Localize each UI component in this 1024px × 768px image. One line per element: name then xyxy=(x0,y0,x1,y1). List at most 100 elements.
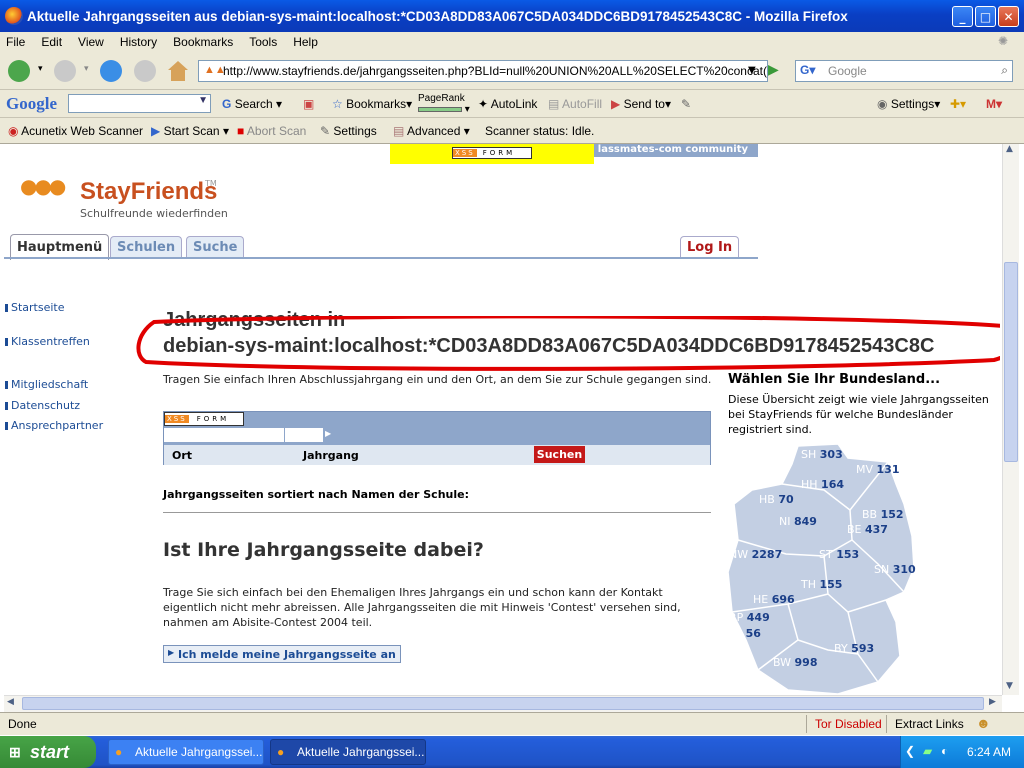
horizontal-scroll-thumb[interactable] xyxy=(22,697,984,710)
tab-suche[interactable]: Suche xyxy=(186,236,245,258)
gmail-icon[interactable]: M▾ xyxy=(986,97,1002,111)
tray-expand-icon[interactable]: ❮ xyxy=(905,744,915,758)
site-favicon-icon: ▲▲ xyxy=(204,64,226,76)
taskbar-item-1[interactable]: ● Aktuelle Jahrgangssei... xyxy=(108,739,264,765)
back-arrow-icon[interactable] xyxy=(8,60,30,82)
state-st[interactable]: ST 153 xyxy=(819,548,859,561)
highlight-pen-icon[interactable]: ✎ xyxy=(681,97,691,111)
xss-form-badge-small: XSS FORM xyxy=(164,412,244,426)
menu-tools[interactable]: Tools xyxy=(249,35,277,49)
back-dropdown-icon[interactable]: ▾ xyxy=(38,64,43,74)
extract-links[interactable]: Extract Links xyxy=(895,717,964,731)
url-dropdown-icon[interactable]: ▼ xyxy=(748,65,756,76)
extensions-icon[interactable]: ✚▾ xyxy=(950,97,966,111)
menu-bookmarks[interactable]: Bookmarks xyxy=(173,35,233,49)
news-icon[interactable]: ▣ xyxy=(303,97,314,111)
state-mv[interactable]: MV 131 xyxy=(856,463,899,476)
vertical-scroll-thumb[interactable] xyxy=(1004,262,1018,462)
sidebar-link-mitgliedschaft[interactable]: Mitgliedschaft xyxy=(4,378,88,391)
state-sl[interactable]: SL 56 xyxy=(729,627,761,640)
go-arrow-icon[interactable]: ▶ xyxy=(768,62,779,78)
sendto-button[interactable]: ▶ Send to▾ xyxy=(611,97,671,111)
google-engine-icon[interactable]: G▾ xyxy=(800,63,815,77)
section-heading: Ist Ihre Jahrgangsseite dabei? xyxy=(163,539,484,561)
bookmarks-button[interactable]: ☆ Bookmarks▾ xyxy=(332,97,412,111)
google-toolbar: Google ▼ G Search ▾ ▣ ☆ Bookmarks▾ PageR… xyxy=(0,90,1024,118)
state-ni[interactable]: NI 849 xyxy=(779,515,817,528)
firefox-task-icon: ● xyxy=(277,745,285,759)
jahrgang-input[interactable] xyxy=(285,428,323,442)
volume-icon[interactable]: ◐ xyxy=(941,744,948,758)
windows-flag-icon: ⊞ xyxy=(9,744,21,760)
sidebar-link-datenschutz[interactable]: Datenschutz xyxy=(4,399,80,412)
window-titlebar[interactable]: Aktuelle Jahrgangsseiten aus debian-sys-… xyxy=(0,0,1024,32)
url-input[interactable]: ▲▲ http://www.stayfriends.de/jahrgangsse… xyxy=(198,60,768,82)
intro-text: Tragen Sie einfach Ihren Abschlussjahrga… xyxy=(163,373,712,386)
bundesland-text: Diese Übersicht zeigt wie viele Jahrgang… xyxy=(728,393,989,436)
menu-view[interactable]: View xyxy=(78,35,104,49)
horizontal-scrollbar[interactable]: ◀ ▶ xyxy=(4,695,1002,712)
scroll-left-icon[interactable]: ◀ xyxy=(7,697,14,707)
ort-input[interactable] xyxy=(164,428,284,442)
ort-label: Ort xyxy=(172,449,193,462)
start-scan-button[interactable]: ▶ Start Scan ▾ xyxy=(151,124,229,138)
menu-help[interactable]: Help xyxy=(293,35,318,49)
register-page-button[interactable]: ▶ Ich melde meine Jahrgangsseite an xyxy=(163,645,401,663)
sidebar-link-startseite[interactable]: Startseite xyxy=(5,301,65,314)
scroll-right-icon[interactable]: ▶ xyxy=(989,697,996,707)
clock: 6:24 AM xyxy=(967,745,1012,759)
menu-edit[interactable]: Edit xyxy=(41,35,62,49)
state-bw[interactable]: BW 998 xyxy=(773,656,818,669)
state-sh[interactable]: SH 303 xyxy=(801,448,843,461)
autofill-button[interactable]: ▤ AutoFill xyxy=(548,97,602,111)
menu-file[interactable]: File xyxy=(6,35,25,49)
sidebar-link-klassentreffen[interactable]: Klassentreffen xyxy=(5,335,90,348)
google-search-input[interactable]: ▼ xyxy=(68,94,211,113)
reload-icon[interactable] xyxy=(100,60,122,82)
start-button[interactable]: ⊞ start xyxy=(0,736,96,768)
sidebar-link-ansprechpartner[interactable]: Ansprechpartner xyxy=(4,419,103,432)
state-sn[interactable]: SN 310 xyxy=(874,563,916,576)
forward-arrow-icon[interactable] xyxy=(54,60,76,82)
stayfriends-logo[interactable]: ●●● xyxy=(20,174,66,198)
network-icon[interactable]: ▰ xyxy=(923,744,932,758)
state-hb[interactable]: HB 70 xyxy=(759,493,794,506)
tab-schulen[interactable]: Schulen xyxy=(110,236,183,258)
search-input[interactable]: G▾ Google ⌕ xyxy=(795,60,1013,82)
acunetix-settings-button[interactable]: ✎ Settings xyxy=(320,124,377,138)
state-th[interactable]: TH 155 xyxy=(801,578,842,591)
settings-button[interactable]: ◉ Settings▾ xyxy=(877,97,940,111)
stop-icon[interactable] xyxy=(134,60,156,82)
advanced-button[interactable]: ▤ Advanced ▾ xyxy=(393,124,470,138)
monkey-icon[interactable]: ☻ xyxy=(976,715,991,731)
xss-banner: XSS FORM xyxy=(390,144,594,164)
state-by[interactable]: BY 593 xyxy=(834,642,874,655)
home-icon[interactable] xyxy=(168,61,188,81)
minimize-button[interactable]: _ xyxy=(952,6,973,27)
close-button[interactable]: ✕ xyxy=(998,6,1019,27)
search-magnifier-icon[interactable]: ⌕ xyxy=(1001,63,1008,78)
state-be[interactable]: BE 437 xyxy=(847,523,888,536)
tor-status[interactable]: Tor Disabled xyxy=(815,717,882,731)
scroll-up-icon[interactable]: ▲ xyxy=(1006,144,1013,154)
scroll-down-icon[interactable]: ▼ xyxy=(1006,681,1013,691)
logo-tagline: Schulfreunde wiederfinden xyxy=(80,207,228,220)
state-nw[interactable]: NW 2287 xyxy=(729,548,782,561)
suchen-button[interactable]: Suchen xyxy=(534,446,585,463)
autolink-button[interactable]: ✦ AutoLink xyxy=(478,97,537,111)
state-rp[interactable]: RP 449 xyxy=(729,611,770,624)
acunetix-scanner-label: ◉ Acunetix Web Scanner xyxy=(8,124,144,138)
abort-scan-button[interactable]: ■ Abort Scan xyxy=(237,124,306,138)
state-bb[interactable]: BB 152 xyxy=(862,508,904,521)
state-hh[interactable]: HH 164 xyxy=(801,478,844,491)
login-tab[interactable]: Log In xyxy=(680,236,740,258)
google-search-button[interactable]: G Search ▾ xyxy=(222,97,282,111)
menu-history[interactable]: History xyxy=(120,35,157,49)
tab-divider xyxy=(4,257,758,259)
taskbar-item-2[interactable]: ● Aktuelle Jahrgangssei... xyxy=(270,739,426,765)
maximize-button[interactable]: □ xyxy=(975,6,996,27)
state-he[interactable]: HE 696 xyxy=(753,593,795,606)
google-search-dropdown-icon[interactable]: ▼ xyxy=(198,95,208,106)
forward-dropdown-icon[interactable]: ▾ xyxy=(84,64,89,74)
vertical-scrollbar[interactable]: ▲ ▼ xyxy=(1002,144,1019,695)
